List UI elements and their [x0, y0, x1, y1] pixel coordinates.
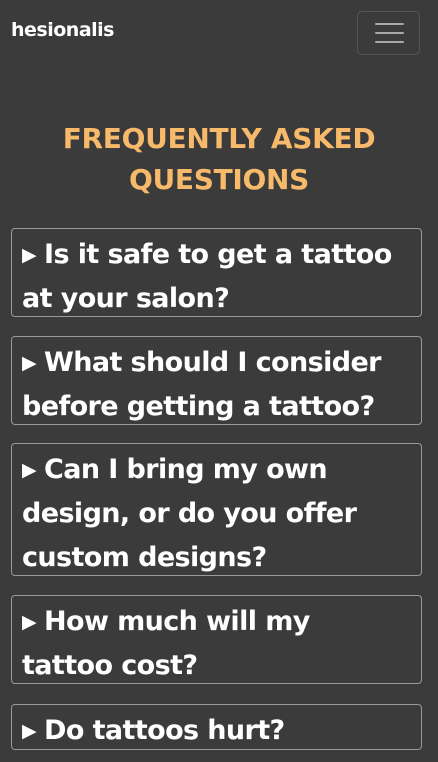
- hamburger-bar: [375, 23, 404, 25]
- caret-right-icon: ▶: [22, 244, 37, 266]
- caret-right-icon: ▶: [22, 459, 37, 481]
- faq-question-text: Is it safe to get a tattoo at your salon…: [22, 239, 392, 314]
- caret-right-icon: ▶: [22, 720, 37, 742]
- faq-question: ▶ Can I bring my own design, or do you of…: [22, 448, 413, 580]
- hamburger-bar: [375, 32, 404, 34]
- faq-question-text: How much will my tattoo cost?: [22, 606, 310, 681]
- faq-item-pain[interactable]: ▶ Do tattoos hurt?: [11, 704, 422, 750]
- faq-item-safety[interactable]: ▶ Is it safe to get a tattoo at your salo…: [11, 228, 422, 317]
- navbar: hesionalis: [0, 0, 438, 64]
- faq-item-custom-design[interactable]: ▶ Can I bring my own design, or do you of…: [11, 443, 422, 576]
- faq-question: ▶ What should I consider before getting a…: [22, 341, 413, 429]
- faq-question-text: Do tattoos hurt?: [44, 715, 285, 746]
- faq-question: ▶ How much will my tattoo cost?: [22, 600, 413, 688]
- faq-question-text: What should I consider before getting a …: [22, 347, 382, 422]
- faq-question: ▶ Is it safe to get a tattoo at your salo…: [22, 233, 413, 321]
- faq-question-text: Can I bring my own design, or do you off…: [22, 454, 357, 573]
- brand-logo[interactable]: hesionalis: [11, 18, 114, 42]
- hamburger-bar: [375, 41, 404, 43]
- caret-right-icon: ▶: [22, 611, 37, 633]
- menu-toggle-button[interactable]: [357, 11, 420, 55]
- faq-item-considerations[interactable]: ▶ What should I consider before getting a…: [11, 336, 422, 425]
- page: { "navbar": { "brand": "hesionalis", "to…: [0, 0, 438, 762]
- faq-item-cost[interactable]: ▶ How much will my tattoo cost?: [11, 595, 422, 684]
- caret-right-icon: ▶: [22, 352, 37, 374]
- faq-question: ▶ Do tattoos hurt?: [22, 709, 413, 753]
- faq-title: FREQUENTLY ASKED QUESTIONS: [62, 122, 376, 196]
